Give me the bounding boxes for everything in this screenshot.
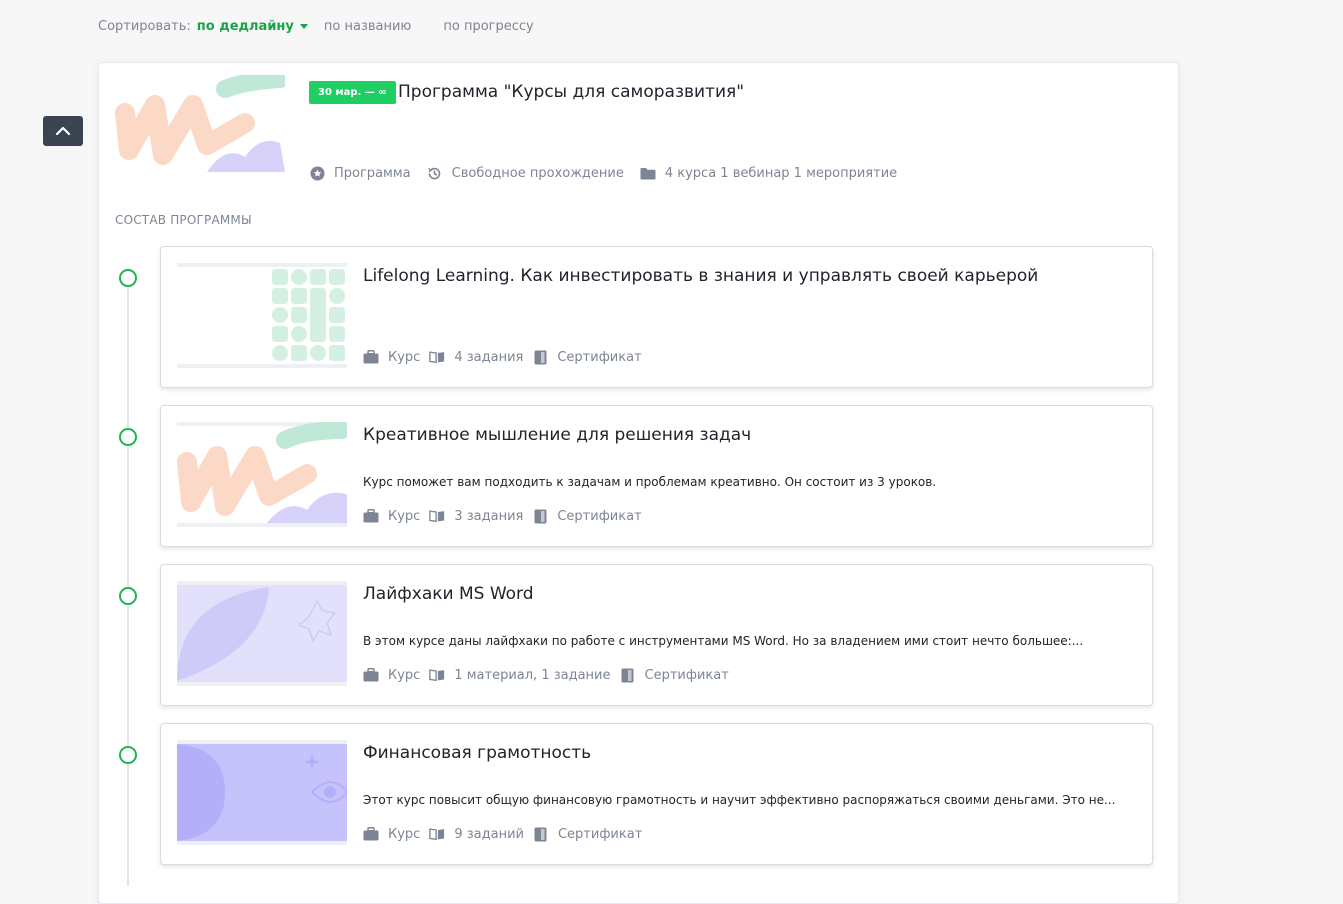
- program-title: Программа "Курсы для саморазвития": [398, 82, 745, 102]
- course-meta: Курс 4 задания Сертификат: [363, 349, 651, 365]
- star-circle-icon: [309, 165, 325, 181]
- course-type: Курс: [363, 667, 420, 683]
- course-certificate: Сертификат: [620, 667, 729, 683]
- course-certificate: Сертификат: [532, 508, 642, 524]
- course-thumbnail: [177, 581, 347, 686]
- course-card[interactable]: Финансовая грамотность Этот курс повысит…: [160, 723, 1153, 865]
- course-card[interactable]: Креативное мышление для решения задач Ку…: [160, 405, 1153, 547]
- briefcase-icon: [363, 826, 379, 842]
- sort-by-deadline[interactable]: по дедлайну: [197, 19, 294, 34]
- certificate-icon: [532, 349, 548, 365]
- sort-label: Сортировать:: [98, 18, 191, 34]
- briefcase-icon: [363, 349, 379, 365]
- course-title[interactable]: Лайфхаки MS Word: [363, 584, 534, 604]
- date-badge: 30 мар. — ∞: [309, 81, 396, 104]
- program-thumbnail: [115, 75, 285, 172]
- course-type-label: Курс: [388, 826, 421, 842]
- program-meta: Программа Свободное прохождение 4 курса …: [309, 165, 913, 181]
- certificate-icon: [533, 826, 549, 842]
- course-thumbnail: [177, 740, 347, 845]
- course-description: Курс поможет вам подходить к задачам и п…: [363, 475, 937, 489]
- briefcase-icon: [363, 667, 379, 683]
- course-card[interactable]: Lifelong Learning. Как инвестировать в з…: [160, 246, 1153, 388]
- course-tasks: 3 задания: [429, 508, 523, 524]
- sort-by-progress[interactable]: по прогрессу: [443, 19, 533, 34]
- course-tasks: 9 заданий: [429, 826, 524, 842]
- course-thumbnail: [177, 263, 347, 368]
- course-certificate: Сертификат: [532, 349, 642, 365]
- course-meta: Курс 9 заданий Сертификат: [363, 826, 651, 842]
- caret-down-icon[interactable]: [299, 23, 308, 29]
- course-title[interactable]: Lifelong Learning. Как инвестировать в з…: [363, 266, 1038, 286]
- course-card[interactable]: Лайфхаки MS Word В этом курсе даны лайфх…: [160, 564, 1153, 706]
- course-tasks-label: 3 задания: [454, 508, 524, 524]
- course-meta: Курс 3 задания Сертификат: [363, 508, 651, 524]
- sort-by-name[interactable]: по названию: [324, 19, 411, 34]
- course-certificate-label: Сертификат: [557, 508, 642, 524]
- course-thumbnail: [177, 422, 347, 527]
- course-type-label: Курс: [388, 508, 421, 524]
- course-tasks-label: 9 заданий: [454, 826, 524, 842]
- course-title[interactable]: Креативное мышление для решения задач: [363, 425, 751, 445]
- course-certificate: Сертификат: [533, 826, 642, 842]
- sort-bar: Сортировать: по дедлайну по названию по …: [98, 17, 534, 35]
- book-open-icon: [429, 508, 445, 524]
- scroll-top-button[interactable]: [43, 116, 83, 146]
- timeline-dot: [119, 746, 137, 764]
- course-tasks: 1 материал, 1 задание: [429, 667, 611, 683]
- program-type-label: Программа: [334, 165, 411, 181]
- course-certificate-label: Сертификат: [557, 826, 643, 842]
- course-certificate-label: Сертификат: [644, 667, 729, 683]
- chevron-up-icon: [55, 126, 71, 136]
- book-open-icon: [429, 826, 445, 842]
- timeline-line: [127, 286, 129, 886]
- folder-icon: [640, 165, 656, 181]
- section-title: СОСТАВ ПРОГРАММЫ: [115, 213, 252, 227]
- briefcase-icon: [363, 508, 379, 524]
- program-mode-label: Свободное прохождение: [451, 165, 624, 181]
- course-title[interactable]: Финансовая грамотность: [363, 743, 591, 763]
- book-open-icon: [429, 667, 445, 683]
- history-icon: [427, 165, 443, 181]
- course-tasks-label: 4 задания: [454, 349, 524, 365]
- timeline-dot: [119, 428, 137, 446]
- course-description: Этот курс повысит общую финансовую грамо…: [363, 793, 1116, 807]
- course-tasks-label: 1 материал, 1 задание: [454, 667, 611, 683]
- course-type-label: Курс: [388, 667, 421, 683]
- course-certificate-label: Сертификат: [557, 349, 642, 365]
- program-contents-label: 4 курса 1 вебинар 1 мероприятие: [664, 165, 898, 181]
- course-type: Курс: [363, 508, 420, 524]
- course-type: Курс: [363, 349, 420, 365]
- timeline-dot: [119, 587, 137, 605]
- course-description: В этом курсе даны лайфхаки по работе с и…: [363, 634, 1084, 648]
- certificate-icon: [532, 508, 548, 524]
- course-type: Курс: [363, 826, 420, 842]
- course-meta: Курс 1 материал, 1 задание Сертификат: [363, 667, 738, 683]
- certificate-icon: [620, 667, 636, 683]
- book-open-icon: [429, 349, 445, 365]
- course-type-label: Курс: [388, 349, 421, 365]
- program-mode: Свободное прохождение: [427, 165, 624, 181]
- timeline-dot: [119, 269, 137, 287]
- program-type: Программа: [309, 165, 411, 181]
- course-tasks: 4 задания: [429, 349, 523, 365]
- program-contents: 4 курса 1 вебинар 1 мероприятие: [640, 165, 897, 181]
